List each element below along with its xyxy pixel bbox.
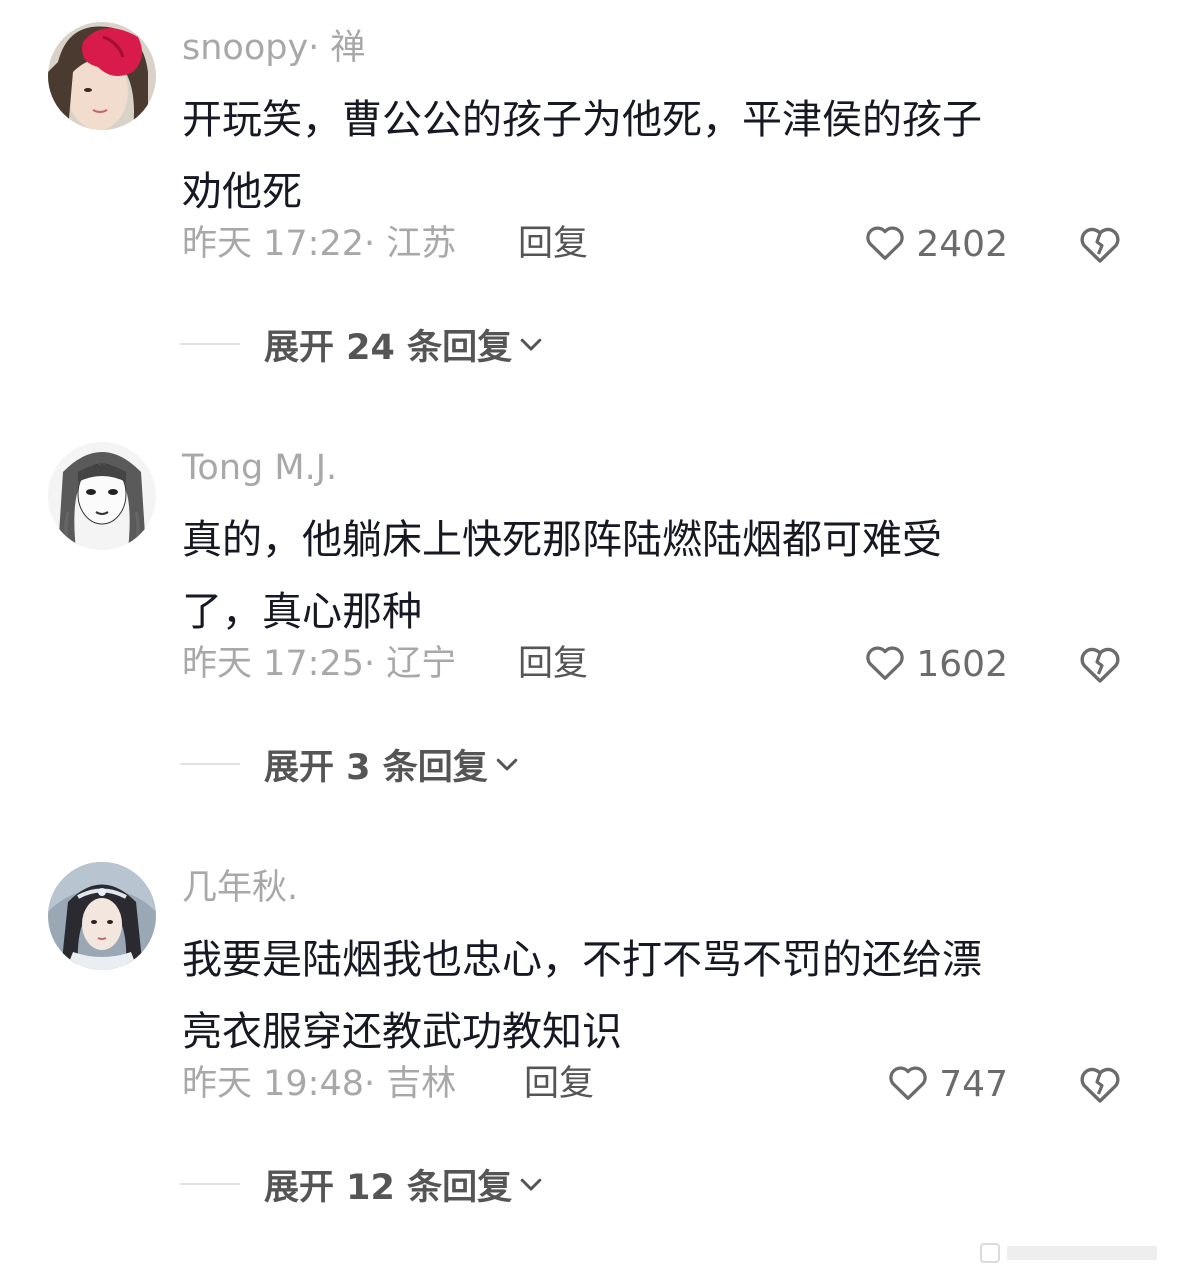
comment-text-line: 我要是陆烟我也忠心，不打不骂不罚的还给漂 [182,937,982,983]
comment-time-location: 昨天 19:48· 吉林 [182,1064,457,1104]
reply-button[interactable]: 回复 [524,1062,594,1106]
comment-text-line: 开玩笑，曹公公的孩子为他死，平津侯的孩子 [182,97,982,143]
heart-outline-icon [885,1059,931,1109]
watermark [969,1236,1169,1270]
avatar[interactable] [48,442,156,550]
comment-meta: 昨天 19:48· 吉林 回复 747 [182,1058,1142,1110]
avatar[interactable] [48,22,156,130]
watermark-graphic [980,1243,1157,1263]
comment-text: 真的，他躺床上快死那阵陆燃陆烟都可难受 了，真心那种 [182,480,1122,648]
divider [180,763,240,765]
like-button[interactable]: 2402 [862,218,1008,270]
expand-replies-label: 展开 24 条回复 [264,327,513,368]
chevron-down-icon [516,329,546,359]
like-count: 747 [939,1063,1008,1105]
comment-time-location: 昨天 17:25· 辽宁 [182,644,457,684]
avatar[interactable] [48,862,156,970]
chevron-down-icon [516,1169,546,1199]
like-button[interactable]: 747 [885,1058,1008,1110]
comment-text: 开玩笑，曹公公的孩子为他死，平津侯的孩子 劝他死 [182,60,1122,228]
broken-heart-icon[interactable] [1076,220,1124,272]
comment-meta: 昨天 17:22· 江苏 回复 2402 [182,218,1142,270]
comment-meta: 昨天 17:25· 辽宁 回复 1602 [182,638,1142,690]
expand-replies-label: 展开 12 条回复 [264,1167,513,1208]
broken-heart-icon[interactable] [1076,640,1124,692]
like-count: 1602 [916,643,1008,685]
broken-heart-icon[interactable] [1076,1060,1124,1112]
heart-outline-icon [862,639,908,689]
expand-replies-button[interactable]: 展开 12 条回复 [180,1158,780,1210]
divider [180,343,240,345]
comment-text: 我要是陆烟我也忠心，不打不骂不罚的还给漂 亮衣服穿还教武功教知识 [182,900,1122,1068]
expand-replies-button[interactable]: 展开 3 条回复 [180,738,780,790]
expand-replies-label: 展开 3 条回复 [264,747,488,788]
reply-button[interactable]: 回复 [518,222,588,266]
comment-time-location: 昨天 17:22· 江苏 [182,224,457,264]
like-count: 2402 [916,223,1008,265]
reply-button[interactable]: 回复 [518,642,588,686]
like-button[interactable]: 1602 [862,638,1008,690]
comment-text-line: 真的，他躺床上快死那阵陆燃陆烟都可难受 [182,517,942,563]
expand-replies-button[interactable]: 展开 24 条回复 [180,318,780,370]
divider [180,1183,240,1185]
heart-outline-icon [862,219,908,269]
chevron-down-icon [492,749,522,779]
